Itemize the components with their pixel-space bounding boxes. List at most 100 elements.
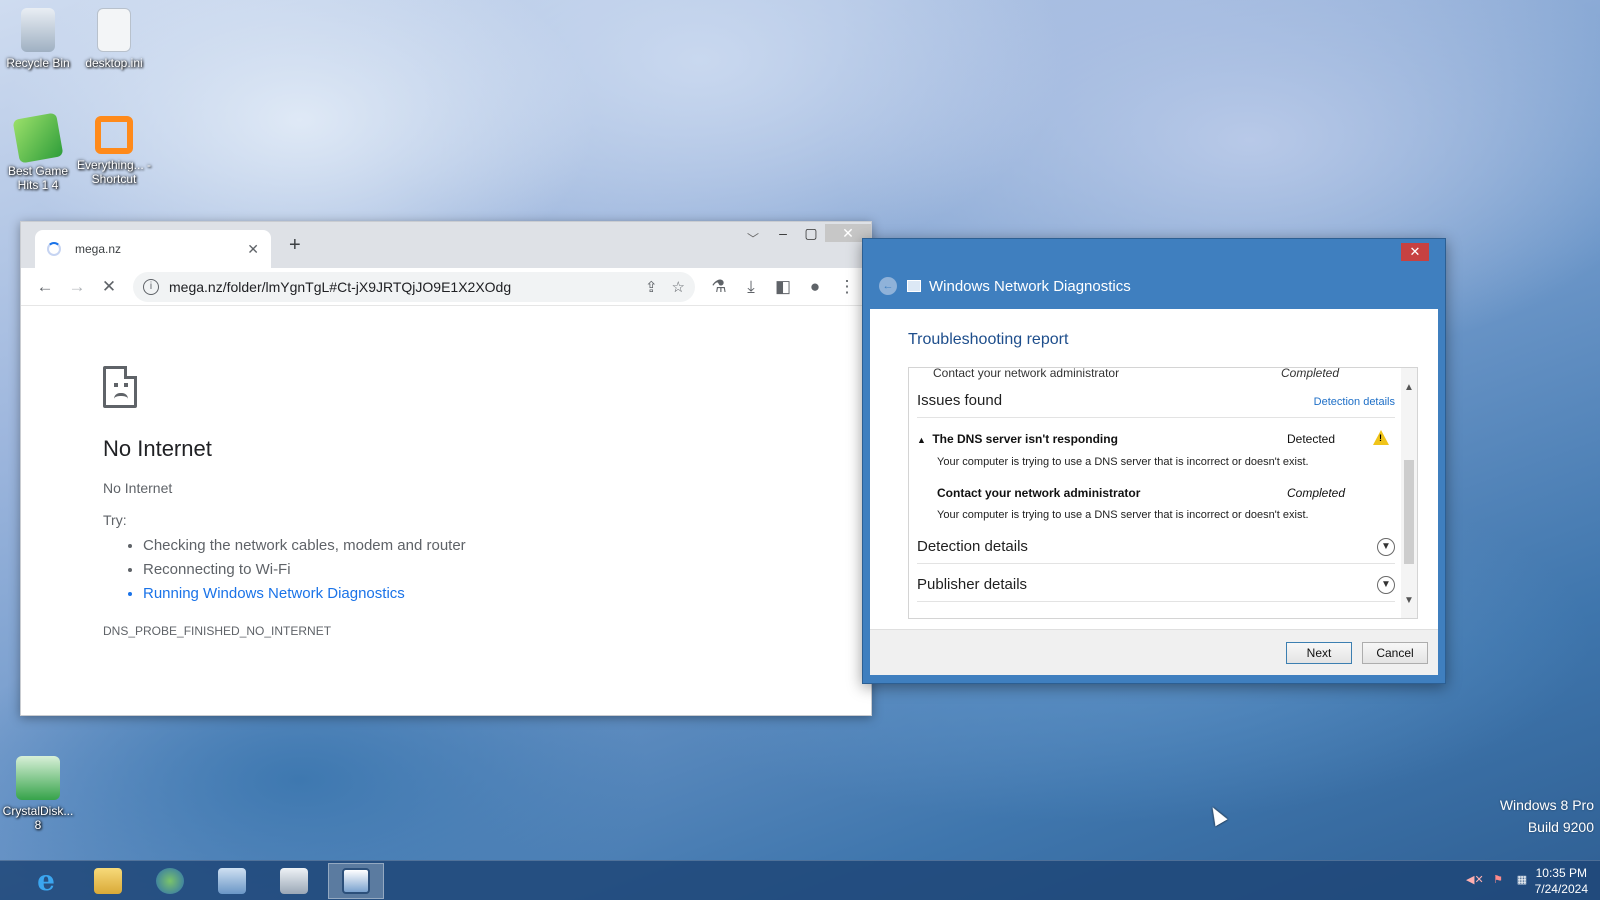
windows-watermark: Windows 8 Pro Build 9200 <box>1500 794 1594 838</box>
issues-found-label: Issues found <box>917 392 1003 409</box>
desktop-icon-label: Best Game Hits 1 4 <box>7 164 69 192</box>
suggestion-item: Reconnecting to Wi-Fi <box>143 558 871 582</box>
menu-kebab-icon[interactable]: ⋮ <box>831 272 863 302</box>
tab-mega[interactable]: mega.nz ✕ <box>35 230 271 268</box>
desktop-icon-desktop-ini[interactable]: desktop.ini <box>76 8 152 70</box>
downloads-icon[interactable]: ⤓ <box>735 272 767 302</box>
report-scroll-area: Contact your network administrator Compl… <box>908 367 1418 619</box>
back-arrow-icon[interactable]: ← <box>879 277 897 295</box>
window-controls: – ▢ ✕ <box>769 222 871 244</box>
labs-flask-icon[interactable]: ⚗ <box>703 272 735 302</box>
bookmark-star-icon[interactable]: ☆ <box>672 278 685 296</box>
dialog-footer: Next Cancel <box>870 629 1438 675</box>
desktop-icon-label: Everything... - Shortcut <box>76 158 152 186</box>
error-try-label: Try: <box>103 512 127 528</box>
taskbar-network-diagnostics[interactable] <box>328 863 384 899</box>
forward-button[interactable]: → <box>61 272 93 302</box>
report-scrollbar[interactable]: ▲ ▼ <box>1401 368 1417 618</box>
report-title: Troubleshooting report <box>908 331 1069 348</box>
tab-title: mega.nz <box>75 242 122 256</box>
desktop-icon-best-game-hits[interactable]: Best Game Hits 1 4 <box>0 112 76 192</box>
network-status-icon[interactable]: ▦ <box>1514 873 1530 887</box>
ini-file-icon <box>97 8 131 52</box>
volume-muted-icon[interactable]: ◀✕ <box>1466 873 1484 887</box>
network-diagnostics-icon <box>342 868 370 894</box>
back-button[interactable]: ← <box>29 272 61 302</box>
run-diagnostics-link[interactable]: Running Windows Network Diagnostics <box>143 582 871 606</box>
network-diagnostics-dialog: ✕ ← Windows Network Diagnostics Troubles… <box>862 238 1446 684</box>
maximize-button[interactable]: ▢ <box>797 225 825 242</box>
taskbar-control-panel[interactable] <box>204 863 260 899</box>
dialog-close-button[interactable]: ✕ <box>1401 243 1429 261</box>
detection-details-section[interactable]: Detection details ▼ <box>917 538 1395 564</box>
stop-loading-button[interactable]: ✕ <box>93 272 125 302</box>
detection-details-label: Detection details <box>917 538 1028 555</box>
next-button[interactable]: Next <box>1286 642 1352 664</box>
taskbar: e ◀✕ ⚑ ▦ 10:35 PM 7/24/2024 <box>0 860 1600 900</box>
everything-search-icon <box>95 116 133 154</box>
taskbar-network[interactable] <box>142 863 198 899</box>
issue-dns-server[interactable]: ▲ The DNS server isn't responding Detect… <box>917 430 1395 446</box>
error-title: No Internet <box>103 436 212 461</box>
minimize-button[interactable]: – <box>769 225 797 241</box>
mouse-cursor-icon <box>1206 803 1228 827</box>
side-panel-icon[interactable]: ◧ <box>767 272 799 302</box>
site-info-icon[interactable]: i <box>143 278 159 295</box>
sad-file-icon <box>103 366 137 408</box>
cancel-button[interactable]: Cancel <box>1362 642 1428 664</box>
error-code: DNS_PROBE_FINISHED_NO_INTERNET <box>103 624 332 638</box>
browser-toolbar: ← → ✕ i mega.nz/folder/lmYgnTgL#Ct-jX9JR… <box>21 268 871 306</box>
browser-window: mega.nz ✕ + ﹀ – ▢ ✕ ← → ✕ i mega.nz/fold… <box>20 221 872 716</box>
file-explorer-icon <box>94 868 122 894</box>
desktop-icon-everything[interactable]: Everything... - Shortcut <box>76 116 152 186</box>
share-icon[interactable]: ⇪ <box>645 278 658 296</box>
issue-contact-admin: Contact your network administrator Compl… <box>937 486 1395 500</box>
dialog-body: Troubleshooting report Contact your netw… <box>870 309 1438 675</box>
collapse-triangle-icon[interactable]: ▲ <box>917 435 929 445</box>
game-dice-icon <box>12 112 64 164</box>
taskbar-internet-explorer[interactable]: e <box>18 863 74 899</box>
system-tray: ◀✕ ⚑ ▦ <box>1466 873 1530 887</box>
issue-status: Completed <box>1287 486 1346 500</box>
taskbar-file-explorer[interactable] <box>80 863 136 899</box>
tab-search-chevron-icon[interactable]: ﹀ <box>747 230 759 247</box>
cut-row-label: Contact your network administrator <box>933 367 1120 380</box>
action-center-flag-icon[interactable]: ⚑ <box>1490 873 1506 887</box>
issue-description: Your computer is trying to use a DNS ser… <box>937 509 1309 521</box>
watermark-edition: Windows 8 Pro <box>1499 797 1594 813</box>
control-panel-icon <box>218 868 246 894</box>
profile-avatar-icon[interactable]: ● <box>799 272 831 302</box>
network-diagnostics-icon <box>907 280 921 292</box>
internet-explorer-icon: e <box>37 864 55 897</box>
scroll-thumb[interactable] <box>1404 460 1414 564</box>
address-bar[interactable]: i mega.nz/folder/lmYgnTgL#Ct-jX9JRTQjJO9… <box>133 271 695 302</box>
publisher-details-section[interactable]: Publisher details ▼ <box>917 576 1395 602</box>
loading-spinner-icon <box>47 242 61 256</box>
scroll-up-icon[interactable]: ▲ <box>1401 382 1417 393</box>
taskbar-clock[interactable]: 10:35 PM 7/24/2024 <box>1535 865 1588 897</box>
clock-date: 7/24/2024 <box>1534 882 1588 896</box>
taskbar-keyboard[interactable] <box>266 863 322 899</box>
publisher-details-label: Publisher details <box>917 576 1028 593</box>
desktop-icon-label: desktop.ini <box>85 56 143 70</box>
new-tab-button[interactable]: + <box>289 234 301 257</box>
chevron-down-icon[interactable]: ▼ <box>1377 576 1395 594</box>
issue-title: The DNS server isn't responding <box>932 432 1118 446</box>
desktop-icon-recycle-bin[interactable]: Recycle Bin <box>0 8 76 70</box>
chevron-down-icon[interactable]: ▼ <box>1377 538 1395 556</box>
issue-title: Contact your network administrator <box>937 486 1141 500</box>
tab-strip: mega.nz ✕ + ﹀ – ▢ ✕ <box>21 222 871 268</box>
tab-close-icon[interactable]: ✕ <box>247 241 259 258</box>
recycle-bin-icon <box>21 8 55 52</box>
detection-details-link[interactable]: Detection details <box>1314 396 1395 408</box>
dialog-title: Windows Network Diagnostics <box>929 277 1131 295</box>
dialog-header: ← Windows Network Diagnostics <box>879 277 1131 295</box>
desktop-icon-crystaldisk[interactable]: CrystalDisk... 8 <box>0 756 76 832</box>
error-subtitle: No Internet <box>103 480 173 496</box>
suggestion-item: Checking the network cables, modem and r… <box>143 534 871 558</box>
scroll-down-icon[interactable]: ▼ <box>1401 595 1417 606</box>
issues-found-header: Issues found Detection details <box>917 392 1395 418</box>
error-page: No Internet No Internet Try: Checking th… <box>21 306 871 638</box>
watermark-build: Build 9200 <box>1527 819 1594 835</box>
clock-time: 10:35 PM <box>1535 866 1587 880</box>
